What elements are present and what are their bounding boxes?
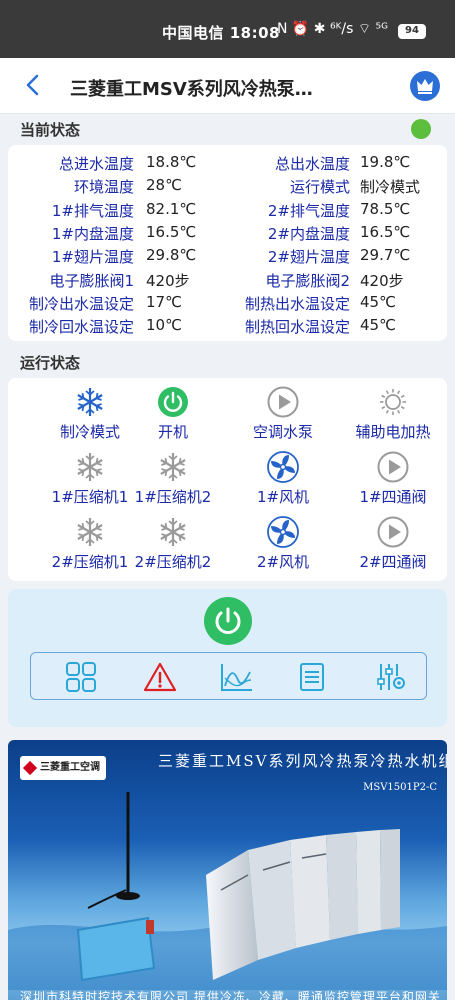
status-label: 1#内盘温度	[51, 224, 134, 243]
control-panel	[8, 589, 447, 727]
grid-menu-icon[interactable]	[64, 662, 98, 692]
run-state-item: 空调水泵	[228, 386, 338, 442]
power-icon	[215, 607, 241, 634]
run-state-label: 1#四通阀	[359, 488, 427, 506]
status-label: 总进水温度	[58, 155, 134, 173]
power-button[interactable]	[204, 597, 252, 645]
function-toolbar	[30, 652, 427, 700]
sun-heater-icon	[380, 389, 406, 415]
status-value: 19.8℃	[360, 153, 411, 171]
run-state-label: 2#四通阀	[359, 553, 427, 571]
status-value: 28℃	[146, 176, 182, 195]
run-state-label: 1#压缩机2	[134, 488, 212, 506]
run-state-item: 辅助电加热	[338, 386, 448, 442]
app-bar: 三菱重工MSV系列风冷热泵…	[0, 58, 455, 114]
snowflake-icon	[77, 388, 103, 416]
status-value: 10℃	[146, 316, 182, 335]
page-title: 三菱重工MSV系列风冷热泵…	[70, 79, 313, 100]
play-icon	[377, 516, 409, 548]
status-row: 1#翅片温度 29.8℃ 2#翅片温度 29.7℃	[8, 243, 447, 266]
product-illustration	[8, 792, 447, 990]
status-row: 环境温度 28℃ 运行模式 制冷模式	[8, 173, 447, 196]
run-state-label: 2#风机	[256, 553, 310, 571]
run-state-item: 2#压缩机2	[118, 516, 228, 572]
alarm-warning-icon[interactable]	[143, 662, 177, 692]
status-value: 29.8℃	[146, 246, 197, 265]
run-state-label: 辅助电加热	[355, 423, 431, 441]
status-value: 45℃	[360, 316, 396, 335]
snowflake-icon	[77, 453, 103, 481]
vip-crown-button[interactable]	[410, 71, 440, 101]
status-label: 1#排气温度	[51, 201, 134, 220]
trend-chart-icon[interactable]	[220, 662, 254, 692]
status-value: 18.8℃	[146, 153, 197, 171]
status-row: 制冷回水温设定 10℃ 制热回水温设定 45℃	[8, 313, 447, 336]
run-state-label: 1#风机	[256, 488, 310, 506]
fan-icon	[267, 451, 299, 483]
status-value: 45℃	[360, 292, 396, 311]
run-state-item: 2#风机	[228, 516, 338, 572]
status-label: 制热出水温设定	[244, 294, 350, 313]
settings-sliders-icon[interactable]	[374, 662, 408, 692]
status-label: 2#内盘温度	[267, 224, 350, 243]
run-state-item: 开机	[118, 386, 228, 442]
status-label: 制冷回水温设定	[28, 318, 134, 337]
current-state-card: 总进水温度 18.8℃ 总出水温度 19.8℃ 环境温度 28℃ 运行模式 制冷模式 1#排气温…	[8, 145, 447, 341]
run-state-item: 2#四通阀	[338, 516, 448, 572]
banner-footer: 深圳市科特时控技术有限公司 提供冷冻、冷藏、暖通监控管理平台和网关	[20, 990, 441, 1000]
online-status-indicator	[411, 119, 431, 139]
status-label: 运行模式	[289, 178, 350, 197]
run-state-label: 2#压缩机2	[134, 553, 212, 571]
snowflake-icon	[160, 518, 186, 546]
status-value: 420步	[146, 271, 190, 290]
run-state-item: 1#压缩机2	[118, 451, 228, 507]
status-label: 制热回水温设定	[244, 318, 350, 337]
status-row: 电子膨胀阀1 420步 电子膨胀阀2 420步	[8, 267, 447, 290]
run-state-item: 1#风机	[228, 451, 338, 507]
battery-icon: 94	[398, 24, 426, 39]
status-icons: N ⏰ ✱ ⁶ᴷ/s ⌔ ⁵ᴳ	[277, 21, 388, 37]
run-state-title: 运行状态	[20, 354, 81, 372]
status-bar: 中国电信 18:08 N ⏰ ✱ ⁶ᴷ/s ⌔ ⁵ᴳ 94	[0, 0, 455, 58]
run-state-card: 制冷模式 开机 空调水泵 辅助电加热 1#压缩机1 1#压缩机2 1#风机 1#四通阀 2#压缩…	[8, 378, 447, 581]
status-label: 制冷出水温设定	[28, 294, 134, 313]
status-value: 17℃	[146, 292, 182, 311]
play-icon	[267, 386, 299, 418]
status-label: 1#翅片温度	[51, 248, 134, 267]
status-label: 电子膨胀阀2	[265, 271, 350, 290]
run-state-item: 1#四通阀	[338, 451, 448, 507]
status-label: 2#翅片温度	[267, 248, 350, 267]
status-row: 制冷出水温设定 17℃ 制热出水温设定 45℃	[8, 290, 447, 313]
brand-logo: 三菱重工空调	[20, 756, 106, 780]
status-label: 总出水温度	[274, 155, 350, 173]
fan-icon	[267, 516, 299, 548]
status-row: 总进水温度 18.8℃ 总出水温度 19.8℃	[8, 150, 447, 173]
status-value: 制冷模式	[360, 178, 421, 197]
status-value: 420步	[360, 271, 404, 290]
status-value: 29.7℃	[360, 246, 411, 265]
snowflake-icon	[160, 453, 186, 481]
run-state-label: 开机	[157, 423, 188, 441]
status-row: 1#排气温度 82.1℃ 2#排气温度 78.5℃	[8, 197, 447, 220]
carrier-time: 中国电信 18:08	[162, 24, 280, 42]
status-value: 78.5℃	[360, 199, 411, 218]
status-value: 16.5℃	[360, 222, 411, 241]
status-value: 82.1℃	[146, 199, 197, 218]
crown-icon	[417, 79, 433, 94]
status-label: 电子膨胀阀1	[49, 271, 134, 290]
power-icon	[158, 387, 188, 417]
status-value: 16.5℃	[146, 222, 197, 241]
snowflake-icon	[77, 518, 103, 546]
current-state-title: 当前状态	[20, 121, 81, 139]
status-label: 环境温度	[73, 178, 134, 197]
brand-logo-text: 三菱重工空调	[40, 762, 100, 773]
product-banner: 三菱重工空调 三菱重工MSV系列风冷热泵冷热水机组 MSV1501P2-C 深圳…	[8, 740, 447, 1000]
status-row: 1#内盘温度 16.5℃ 2#内盘温度 16.5℃	[8, 220, 447, 243]
back-arrow-icon[interactable]	[22, 73, 46, 97]
banner-title: 三菱重工MSV系列风冷热泵冷热水机组	[158, 752, 447, 770]
play-icon	[377, 451, 409, 483]
status-label: 2#排气温度	[267, 201, 350, 220]
run-state-label: 空调水泵	[252, 423, 313, 441]
list-log-icon[interactable]	[295, 662, 329, 692]
